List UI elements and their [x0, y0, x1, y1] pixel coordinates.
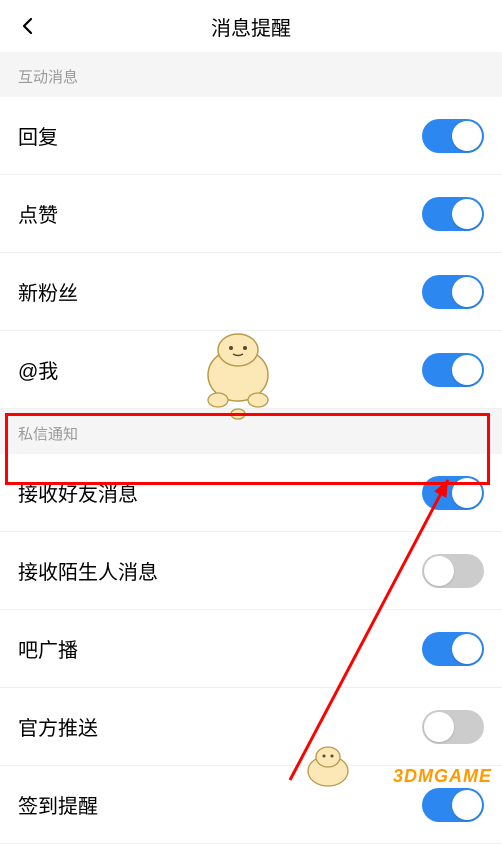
setting-label: @我 — [18, 355, 58, 384]
setting-row-stranger-msg: 接收陌生人消息 — [0, 532, 502, 610]
toggle-like[interactable] — [422, 197, 484, 231]
header-bar: 消息提醒 — [0, 0, 502, 52]
setting-row-official-push: 官方推送 — [0, 688, 502, 766]
page-title: 消息提醒 — [211, 12, 291, 41]
toggle-official-push[interactable] — [422, 710, 484, 744]
toggle-knob — [452, 478, 482, 508]
watermark: 3DMGAME — [393, 766, 492, 787]
toggle-reply[interactable] — [422, 119, 484, 153]
toggle-broadcast[interactable] — [422, 632, 484, 666]
setting-row-friend-msg: 接收好友消息 — [0, 454, 502, 532]
watermark-text: 3DMGAME — [393, 766, 492, 787]
setting-label: 接收好友消息 — [18, 478, 138, 507]
toggle-knob — [424, 712, 454, 742]
setting-label: 吧广播 — [18, 634, 78, 663]
setting-label: 接收陌生人消息 — [18, 556, 158, 585]
chevron-left-icon — [18, 16, 38, 36]
setting-row-reply: 回复 — [0, 97, 502, 175]
toggle-mention[interactable] — [422, 353, 484, 387]
setting-label: 回复 — [18, 121, 58, 150]
back-button[interactable] — [16, 14, 40, 38]
toggle-new-follower[interactable] — [422, 275, 484, 309]
section-header: 互动消息 — [0, 52, 502, 97]
toggle-knob — [452, 790, 482, 820]
setting-row-broadcast: 吧广播 — [0, 610, 502, 688]
toggle-knob — [424, 556, 454, 586]
toggle-stranger-msg[interactable] — [422, 554, 484, 588]
toggle-friend-msg[interactable] — [422, 476, 484, 510]
toggle-knob — [452, 277, 482, 307]
setting-row-mention: @我 — [0, 331, 502, 409]
setting-row-new-follower: 新粉丝 — [0, 253, 502, 331]
toggle-knob — [452, 199, 482, 229]
setting-row-like: 点赞 — [0, 175, 502, 253]
toggle-knob — [452, 355, 482, 385]
setting-label: 签到提醒 — [18, 790, 98, 819]
setting-label: 点赞 — [18, 199, 58, 228]
toggle-knob — [452, 121, 482, 151]
toggle-knob — [452, 634, 482, 664]
section-header: 私信通知 — [0, 409, 502, 454]
setting-label: 官方推送 — [18, 712, 98, 741]
setting-label: 新粉丝 — [18, 277, 78, 306]
